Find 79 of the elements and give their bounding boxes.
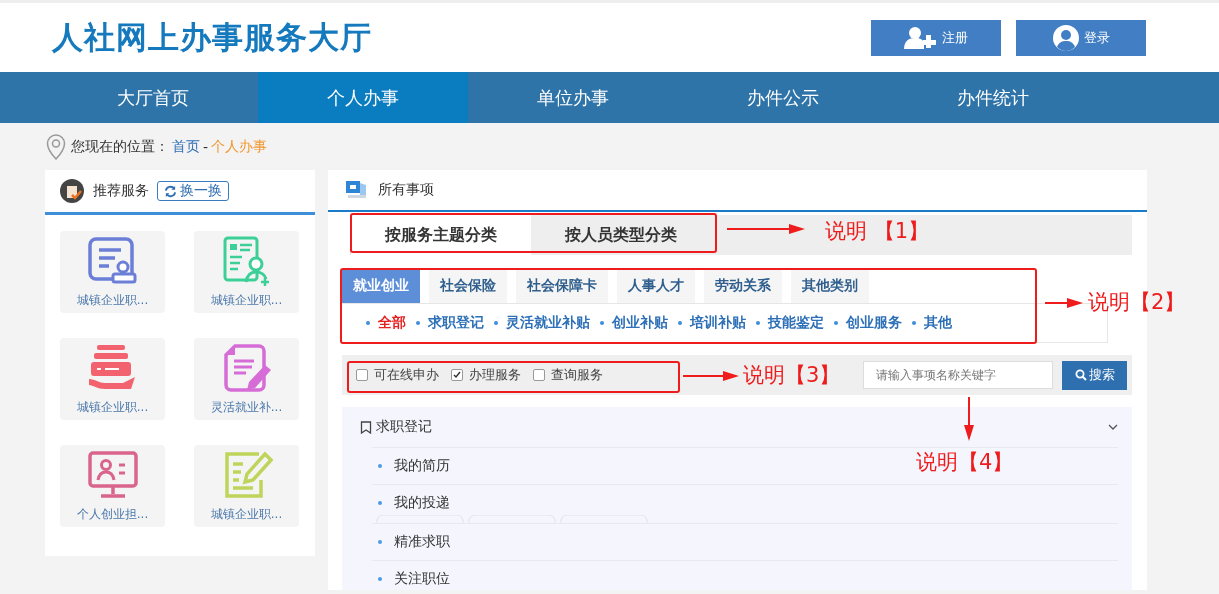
subcategory-link[interactable]: 求职登记 — [428, 314, 484, 332]
subcategory-link[interactable]: 创业服务 — [846, 314, 902, 332]
category-tab[interactable]: 劳动关系 — [704, 269, 782, 303]
service-tile[interactable]: 城镇企业职... — [194, 231, 299, 313]
breadcrumb-link[interactable]: 首页 — [172, 137, 200, 156]
arrow — [964, 397, 974, 441]
category-tab[interactable]: 人事人才 — [617, 269, 695, 303]
panel-title: 所有事项 — [378, 181, 434, 199]
bullet-icon — [378, 464, 382, 468]
subcategory-link[interactable]: 其他 — [924, 314, 952, 332]
category-tab[interactable]: 社会保障卡 — [516, 269, 608, 303]
list-item-link[interactable]: 关注职位 — [394, 570, 450, 588]
nav-tab[interactable]: 个人办事 — [258, 72, 468, 123]
breadcrumb-current: 个人办事 — [211, 137, 268, 156]
login-button[interactable]: 登录 — [1016, 19, 1146, 56]
group-title[interactable]: 求职登记 — [376, 418, 432, 436]
nav-tab[interactable]: 办件统计 — [888, 72, 1098, 123]
bullet-icon — [366, 321, 370, 325]
bookmark-icon — [360, 420, 372, 434]
register-button[interactable]: 注册 — [871, 19, 1001, 56]
panel-title: 推荐服务 — [93, 182, 149, 200]
annotation-label: 说明【4】 — [916, 449, 1014, 476]
subcategory-link[interactable]: 全部 — [378, 314, 406, 332]
bullet-icon — [756, 321, 760, 325]
bullet-icon — [600, 321, 604, 325]
service-tile[interactable]: 城镇企业职... — [194, 445, 299, 527]
subcategory-link[interactable]: 技能鉴定 — [768, 314, 824, 332]
checkbox-label: 可在线申办 — [374, 366, 439, 384]
arrow — [1045, 298, 1083, 308]
search-field[interactable]: 请输入事项名称关键字 — [863, 361, 1053, 389]
site-logo: 人社网上办事服务大厅 — [52, 17, 373, 57]
service-tile[interactable]: 城镇企业职... — [60, 338, 165, 420]
checkbox[interactable] — [451, 369, 463, 381]
refresh-icon — [164, 184, 177, 198]
monitor-icon — [344, 179, 368, 201]
search-button[interactable]: 搜索 — [1062, 360, 1127, 390]
annotation-label: 说明【2】 — [1088, 289, 1186, 316]
list-item-link[interactable]: 我的投递 — [394, 494, 450, 512]
bullet-icon — [494, 321, 498, 325]
service-tile[interactable]: 灵活就业补... — [194, 338, 299, 420]
bullet-icon — [378, 540, 382, 544]
category-tab[interactable]: 社会保险 — [429, 269, 507, 303]
subcategory-link[interactable]: 创业补贴 — [612, 314, 668, 332]
chevron-icon[interactable] — [1108, 424, 1118, 430]
service-tile[interactable]: 个人创业担... — [60, 445, 165, 527]
add-user-icon — [904, 25, 938, 50]
list-item-link[interactable]: 精准求职 — [394, 533, 450, 551]
bullet-icon — [378, 577, 382, 581]
breadcrumb-separator: - — [203, 138, 209, 155]
search-icon — [1074, 369, 1087, 381]
location-pin-icon — [46, 133, 66, 160]
monitor-person-icon — [86, 449, 139, 500]
service-tile[interactable]: 城镇企业职... — [60, 231, 165, 313]
document-person-icon — [86, 235, 139, 286]
breadcrumb-label: 您现在的位置： — [71, 137, 169, 156]
category-tab[interactable]: 其他类别 — [791, 269, 869, 303]
checkbox-label: 办理服务 — [469, 366, 521, 384]
bullet-icon — [678, 321, 682, 325]
checkbox[interactable] — [533, 369, 545, 381]
nav-tab[interactable]: 办件公示 — [678, 72, 888, 123]
subcategory-link[interactable]: 灵活就业补贴 — [506, 314, 590, 332]
category-mode-tab[interactable]: 按服务主题分类 — [351, 215, 531, 255]
list-item-link[interactable]: 我的简历 — [394, 457, 450, 475]
subcategory-link[interactable]: 培训补贴 — [690, 314, 746, 332]
bullet-icon — [834, 321, 838, 325]
bullet-icon — [416, 321, 420, 325]
arrow — [683, 371, 739, 381]
annotation-label: 说明 【1】 — [825, 218, 930, 245]
nav-tab[interactable]: 大厅首页 — [48, 72, 258, 123]
user-icon — [1052, 23, 1080, 52]
annotation-label: 说明【3】 — [743, 362, 841, 389]
bullet-icon — [378, 501, 382, 505]
checkbox-label: 查询服务 — [551, 366, 603, 384]
category-tab[interactable]: 就业创业 — [342, 269, 420, 303]
checkbox[interactable] — [356, 369, 368, 381]
bullet-icon — [912, 321, 916, 325]
service-badge-icon — [59, 178, 85, 204]
refresh-button[interactable]: 换一换 — [157, 181, 229, 201]
nav-tab[interactable]: 单位办事 — [468, 72, 678, 123]
